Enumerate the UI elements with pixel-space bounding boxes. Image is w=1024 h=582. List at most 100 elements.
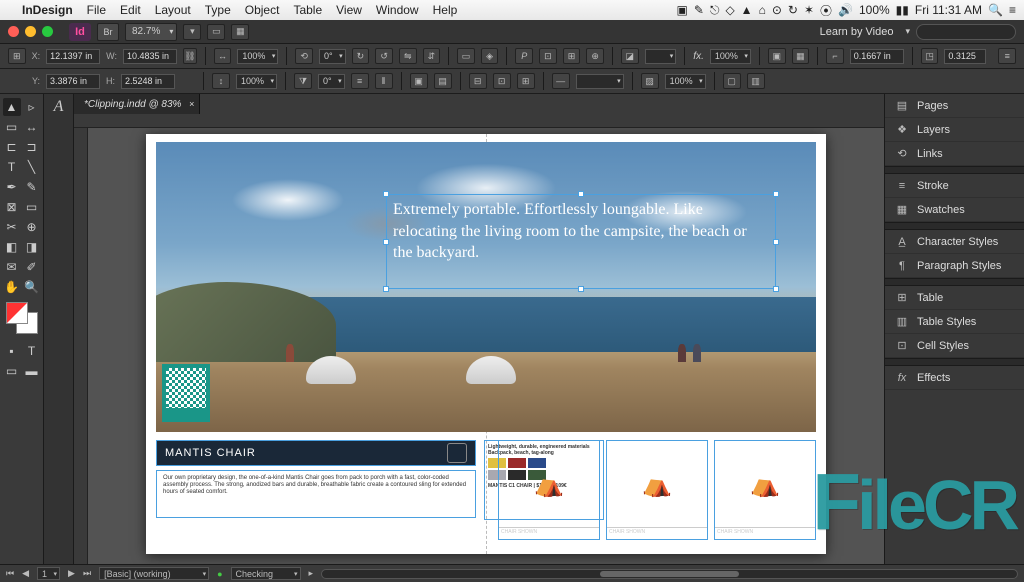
page-nav-fwd-icon[interactable]: ▶ bbox=[68, 568, 75, 579]
tray-icon[interactable]: ✶ bbox=[804, 3, 814, 17]
close-tab-icon[interactable]: × bbox=[189, 99, 194, 109]
volume-icon[interactable]: 🔊 bbox=[838, 3, 853, 17]
minimize-button[interactable] bbox=[25, 26, 36, 37]
qr-code-graphic[interactable] bbox=[162, 364, 210, 422]
gap-tool[interactable]: ↔ bbox=[23, 118, 41, 136]
align-icon[interactable]: ≡ bbox=[351, 73, 369, 89]
zoom-tool[interactable]: 🔍 bbox=[23, 278, 41, 296]
preview-view-icon[interactable]: ▬ bbox=[23, 362, 41, 380]
hero-text-frame-selected[interactable]: Extremely portable. Effortlessly loungab… bbox=[386, 194, 776, 289]
workspace-switcher[interactable]: Learn by Video bbox=[820, 26, 894, 38]
view-options-button[interactable]: ▾ bbox=[183, 24, 201, 40]
page-nav-back-icon[interactable]: ◀ bbox=[22, 568, 29, 579]
menu-window[interactable]: Window bbox=[376, 3, 419, 17]
line-tool[interactable]: ╲ bbox=[23, 158, 41, 176]
fitting-icon[interactable]: P bbox=[515, 48, 533, 64]
fit-prop-icon[interactable]: ▤ bbox=[434, 73, 452, 89]
x-field[interactable] bbox=[46, 49, 100, 64]
align-icon[interactable]: ⫴ bbox=[375, 73, 393, 89]
panel-effects[interactable]: fxEffects bbox=[885, 366, 1024, 390]
resize-handle[interactable] bbox=[773, 239, 779, 245]
panel-cell-styles[interactable]: ⊡Cell Styles bbox=[885, 334, 1024, 358]
panel-swatches[interactable]: ▦Swatches bbox=[885, 198, 1024, 222]
resize-handle[interactable] bbox=[383, 239, 389, 245]
y-field[interactable] bbox=[46, 74, 100, 89]
type-tool[interactable]: T bbox=[3, 158, 21, 176]
rotate-90-cw-icon[interactable]: ↻ bbox=[352, 48, 370, 64]
menu-help[interactable]: Help bbox=[433, 3, 458, 17]
apply-container-icon[interactable]: T bbox=[23, 342, 41, 360]
corner-icon[interactable]: ⌐ bbox=[826, 48, 844, 64]
opacity-b-field[interactable]: 100% bbox=[665, 74, 706, 89]
bridge-button[interactable]: Br bbox=[97, 23, 119, 41]
tray-icon[interactable]: ✎ bbox=[694, 3, 704, 17]
horizontal-scrollbar[interactable] bbox=[321, 569, 1018, 579]
selection-tool[interactable]: ▲ bbox=[3, 98, 21, 116]
scissors-tool[interactable]: ✂ bbox=[3, 218, 21, 236]
eyedropper-tool[interactable]: ✐ bbox=[23, 258, 41, 276]
scale-y-field[interactable]: 100% bbox=[236, 74, 277, 89]
h-field[interactable] bbox=[121, 74, 175, 89]
tray-icon[interactable]: ◇ bbox=[725, 3, 734, 17]
stroke-weight-field[interactable] bbox=[645, 49, 677, 64]
notification-icon[interactable]: ≡ bbox=[1009, 3, 1016, 17]
pasteboard[interactable]: Extremely portable. Effortlessly loungab… bbox=[88, 128, 884, 564]
page-tool[interactable]: ▭ bbox=[3, 118, 21, 136]
constrain-icon[interactable]: ⛓ bbox=[183, 48, 197, 64]
wrap-none-icon[interactable]: ▢ bbox=[723, 73, 741, 89]
rotate-field[interactable]: 0° bbox=[319, 49, 346, 64]
pen-tool[interactable]: ✒ bbox=[3, 178, 21, 196]
scale-x-field[interactable]: 100% bbox=[237, 49, 278, 64]
fit-content-icon[interactable]: ⊞ bbox=[563, 48, 581, 64]
panel-table[interactable]: ⊞Table bbox=[885, 286, 1024, 310]
tray-icon[interactable]: ⌂ bbox=[759, 3, 766, 17]
shear-field[interactable]: 0° bbox=[318, 74, 345, 89]
resize-handle[interactable] bbox=[578, 191, 584, 197]
frame-grid-icon[interactable]: ⊞ bbox=[517, 73, 535, 89]
w-field[interactable] bbox=[123, 49, 177, 64]
wifi-icon[interactable]: ⦿ bbox=[820, 2, 832, 19]
help-search-input[interactable] bbox=[916, 24, 1016, 40]
thumbnail-frame[interactable]: ⛺ CHAIR SHOWN bbox=[606, 440, 708, 540]
document-tab[interactable]: *Clipping.indd @ 83%× bbox=[74, 94, 200, 114]
panel-pages[interactable]: ▤Pages bbox=[885, 94, 1024, 118]
direct-selection-tool[interactable]: ▹ bbox=[23, 98, 41, 116]
normal-view-icon[interactable]: ▭ bbox=[3, 362, 21, 380]
panel-layers[interactable]: ❖Layers bbox=[885, 118, 1024, 142]
horizontal-ruler[interactable] bbox=[74, 114, 884, 128]
panel-menu-icon[interactable]: ≡ bbox=[998, 48, 1016, 64]
rectangle-tool[interactable]: ▭ bbox=[23, 198, 41, 216]
flip-h-icon[interactable]: ⇋ bbox=[399, 48, 417, 64]
menu-type[interactable]: Type bbox=[205, 3, 231, 17]
fill-swatch-icon[interactable]: ◪ bbox=[621, 48, 639, 64]
stroke-w-field[interactable] bbox=[850, 49, 904, 64]
thumbnail-frame[interactable]: ⛺ CHAIR SHOWN bbox=[498, 440, 600, 540]
thumbnail-frame[interactable]: ⛺ CHAIR SHOWN bbox=[714, 440, 816, 540]
note-tool[interactable]: ✉ bbox=[3, 258, 21, 276]
resize-handle[interactable] bbox=[578, 286, 584, 292]
app-name[interactable]: InDesign bbox=[22, 3, 73, 17]
gradient-swatch-tool[interactable]: ◧ bbox=[3, 238, 21, 256]
text-wrap-icon[interactable]: ▣ bbox=[768, 48, 786, 64]
tray-icon[interactable]: ↻ bbox=[788, 3, 798, 17]
workspace-chevron-icon[interactable]: ▾ bbox=[905, 26, 910, 37]
free-transform-tool[interactable]: ⊕ bbox=[23, 218, 41, 236]
rectangle-frame-tool[interactable]: ⊠ bbox=[3, 198, 21, 216]
fit-prop-icon[interactable]: ▣ bbox=[410, 73, 428, 89]
content-collector-tool[interactable]: ⊏ bbox=[3, 138, 21, 156]
hand-tool[interactable]: ✋ bbox=[3, 278, 21, 296]
panel-character-styles[interactable]: A̲Character Styles bbox=[885, 230, 1024, 254]
tray-icon[interactable]: ▣ bbox=[677, 3, 688, 17]
corner-shape-icon[interactable]: ◳ bbox=[921, 48, 939, 64]
arrange-button[interactable]: ▦ bbox=[231, 24, 249, 40]
page-nav-prev-icon[interactable]: ⏮ bbox=[6, 568, 14, 579]
panel-paragraph-styles[interactable]: ¶Paragraph Styles bbox=[885, 254, 1024, 278]
page-number-field[interactable]: 1 bbox=[37, 567, 60, 580]
panel-stroke[interactable]: ≡Stroke bbox=[885, 174, 1024, 198]
effects-icon[interactable]: fx. bbox=[693, 51, 704, 62]
resize-handle[interactable] bbox=[773, 286, 779, 292]
product-description-frame[interactable]: Our own proprietary design, the one-of-a… bbox=[156, 470, 476, 518]
menu-file[interactable]: File bbox=[87, 3, 106, 17]
tray-icon[interactable]: ▲ bbox=[741, 3, 753, 17]
center-content-icon[interactable]: ⊕ bbox=[586, 48, 604, 64]
